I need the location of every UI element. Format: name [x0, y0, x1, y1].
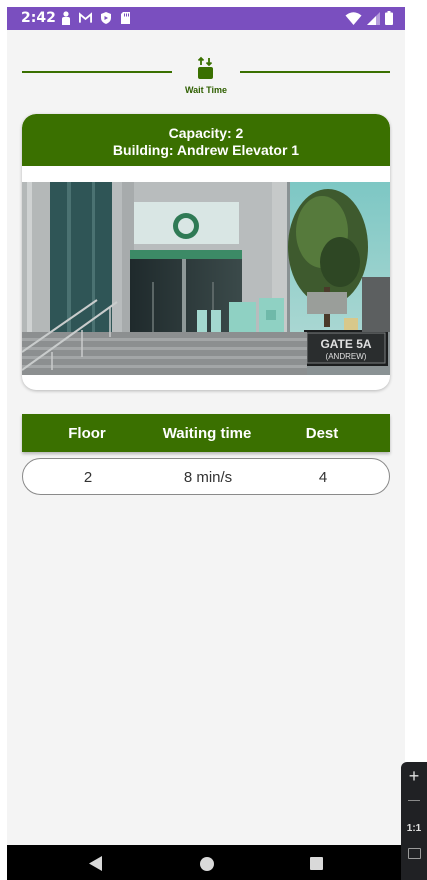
cell-dest: 4	[318, 469, 328, 486]
sd-card-icon	[119, 11, 132, 25]
actual-size-button[interactable]: 1:1	[401, 823, 427, 834]
building-photo: GATE 5A (ANDREW)	[22, 182, 390, 375]
capacity-text: Capacity: 2	[168, 125, 244, 141]
building-text: Building: Andrew Elevator 1	[112, 142, 300, 158]
status-time: 2:42	[21, 10, 56, 26]
wifi-icon	[345, 11, 362, 25]
signal-icon	[367, 11, 380, 25]
photo-sign-text: GATE 5A	[320, 337, 371, 351]
status-bar: 2:42	[7, 7, 405, 30]
card-header: Capacity: 2 Building: Andrew Elevator 1	[22, 114, 390, 166]
column-header-floor: Floor	[68, 425, 106, 442]
emulator-toolbar: + 1:1	[401, 762, 427, 880]
notification-icons	[59, 11, 132, 25]
cell-waiting-time: 8 min/s	[183, 469, 233, 486]
column-header-waiting-time: Waiting time	[162, 425, 252, 442]
elevator-icon[interactable]	[195, 56, 217, 80]
table-row[interactable]: 2 8 min/s 4	[22, 458, 390, 495]
home-icon[interactable]	[200, 857, 214, 871]
zoom-in-button[interactable]: +	[401, 766, 427, 787]
app-screen: 2:42 Wait Time Capacity: 2 Building: And…	[7, 7, 405, 880]
fit-screen-icon[interactable]	[401, 848, 427, 859]
back-icon[interactable]	[89, 856, 102, 876]
photo-sign-subtext: (ANDREW)	[326, 352, 367, 361]
queue-table-header: Floor Waiting time Dest	[22, 414, 390, 452]
zoom-out-button[interactable]	[401, 790, 427, 801]
shield-icon	[99, 11, 112, 25]
tab-wait-time-label[interactable]: Wait Time	[165, 85, 247, 95]
gmail-icon	[79, 11, 92, 25]
header-divider-right	[240, 71, 390, 73]
column-header-dest: Dest	[305, 425, 339, 442]
header-divider-left	[22, 71, 172, 73]
cell-floor: 2	[83, 469, 93, 486]
battery-icon	[385, 11, 393, 25]
system-icons	[345, 11, 393, 25]
recents-icon[interactable]	[310, 857, 323, 870]
elevator-card: Capacity: 2 Building: Andrew Elevator 1	[22, 114, 390, 390]
system-nav-bar	[7, 845, 405, 880]
person-icon	[59, 11, 72, 25]
